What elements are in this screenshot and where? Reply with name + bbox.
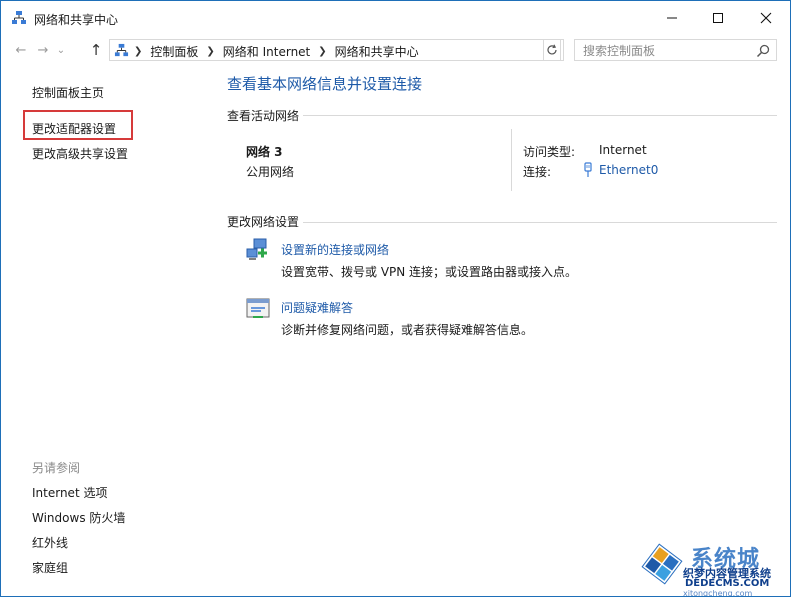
breadcrumb-control-panel[interactable]: 控制面板 [150, 43, 198, 60]
close-icon [760, 12, 772, 24]
access-type-value: Internet [599, 143, 647, 157]
main-content: 查看基本网络信息并设置连接 查看活动网络 网络 3 公用网络 访问类型: Int… [219, 65, 790, 596]
minimize-button[interactable] [649, 1, 695, 35]
refresh-button[interactable] [543, 39, 561, 61]
access-type-label: 访问类型: [523, 145, 576, 159]
recent-locations-button[interactable]: ⌄ [53, 41, 69, 59]
back-arrow-icon: ← [15, 42, 27, 58]
chevron-right-icon[interactable]: ❯ [318, 46, 326, 57]
see-also-heading: 另请参阅 [32, 461, 81, 475]
troubleshoot-description: 诊断并修复网络问题，或者获得疑难解答信息。 [281, 323, 534, 337]
troubleshoot-icon [246, 298, 270, 318]
internet-options-link[interactable]: Internet 选项 [32, 484, 107, 501]
change-advanced-sharing-link[interactable]: 更改高级共享设置 [32, 145, 128, 162]
watermark-cms-domain: DEDECMS.COM [685, 578, 770, 589]
homegroup-link[interactable]: 家庭组 [32, 559, 68, 576]
breadcrumb: ❯ 控制面板 ❯ 网络和 Internet ❯ 网络和共享中心 [134, 43, 419, 60]
page-title: 查看基本网络信息并设置连接 [227, 75, 423, 93]
control-panel-home-link[interactable]: 控制面板主页 [32, 84, 104, 101]
forward-arrow-icon: → [37, 42, 49, 58]
maximize-icon [713, 13, 723, 23]
change-adapter-settings-link[interactable]: 更改适配器设置 [32, 120, 116, 137]
infrared-link[interactable]: 红外线 [32, 534, 68, 551]
close-button[interactable] [743, 1, 789, 35]
network-sharing-center-window: 网络和共享中心 ← → ⌄ ↑ ❯ 控制面板 ❯ 网络和 Internet ❯ … [0, 0, 791, 597]
new-connection-icon [246, 238, 267, 260]
section-divider [303, 222, 777, 223]
network-name: 网络 3 [246, 145, 283, 159]
minimize-icon [667, 17, 677, 19]
chevron-right-icon[interactable]: ❯ [134, 46, 142, 57]
address-bar[interactable]: ❯ 控制面板 ❯ 网络和 Internet ❯ 网络和共享中心 [109, 39, 646, 61]
ethernet-icon [584, 162, 592, 177]
up-arrow-icon: ↑ [89, 41, 103, 59]
refresh-icon [547, 44, 557, 55]
active-networks-heading: 查看活动网络 [227, 109, 300, 123]
network-info-divider [511, 129, 512, 191]
ethernet-connection-link[interactable]: Ethernet0 [599, 163, 658, 177]
section-divider [303, 115, 777, 116]
windows-logo-icon [641, 543, 683, 585]
search-input[interactable] [583, 43, 748, 58]
left-navigation-pane: 控制面板主页 更改适配器设置 更改高级共享设置 另请参阅 Internet 选项… [1, 65, 219, 596]
change-network-settings-heading: 更改网络设置 [227, 215, 300, 229]
chevron-right-icon[interactable]: ❯ [206, 46, 214, 57]
setup-new-connection-link[interactable]: 设置新的连接或网络 [281, 241, 389, 258]
troubleshoot-problems-link[interactable]: 问题疑难解答 [281, 299, 353, 316]
network-category[interactable]: 公用网络 [246, 163, 294, 180]
site-watermark: 系统城 织梦内容管理系统 DEDECMS.COM xitongcheng.com [635, 537, 790, 597]
window-title: 网络和共享中心 [34, 13, 119, 27]
search-icon[interactable] [755, 43, 771, 59]
breadcrumb-network-internet[interactable]: 网络和 Internet [223, 43, 310, 60]
maximize-button[interactable] [695, 1, 741, 35]
forward-button[interactable]: → [33, 41, 53, 59]
back-button[interactable]: ← [11, 41, 31, 59]
breadcrumb-network-sharing-center[interactable]: 网络和共享中心 [335, 43, 419, 60]
title-bar: 网络和共享中心 [1, 1, 790, 35]
network-app-icon [12, 11, 26, 24]
control-panel-icon [114, 43, 129, 57]
windows-firewall-link[interactable]: Windows 防火墙 [32, 509, 125, 526]
setup-new-connection-description: 设置宽带、拨号或 VPN 连接；或设置路由器或接入点。 [281, 265, 578, 279]
navigation-bar: ← → ⌄ ↑ ❯ 控制面板 ❯ 网络和 Internet ❯ 网络和共享中心 … [1, 35, 790, 65]
connections-label: 连接: [523, 165, 552, 179]
search-box[interactable] [574, 39, 777, 61]
up-button[interactable]: ↑ [86, 41, 106, 59]
watermark-site-domain: xitongcheng.com [683, 589, 753, 597]
chevron-down-icon: ⌄ [56, 44, 66, 56]
